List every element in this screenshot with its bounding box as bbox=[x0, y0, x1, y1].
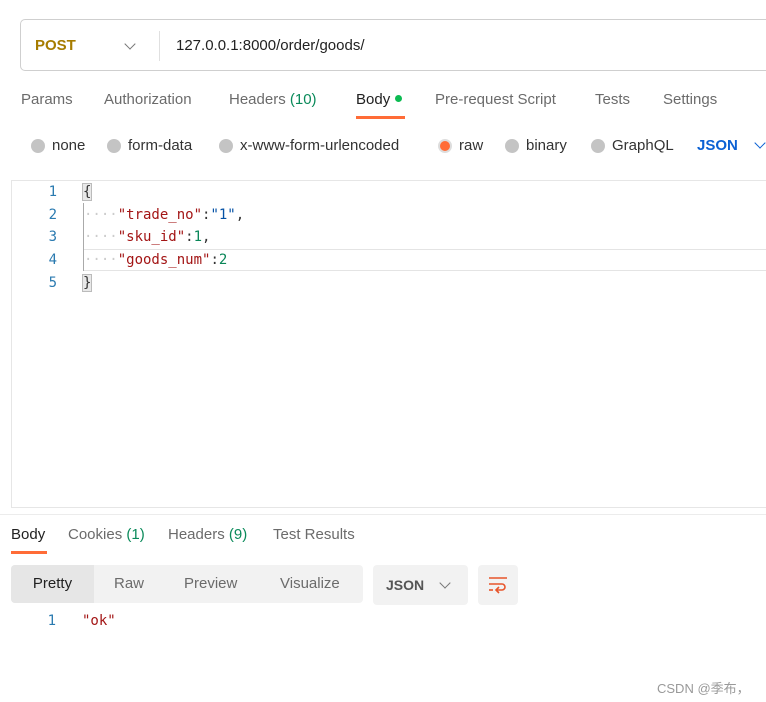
json-value: "1" bbox=[210, 207, 236, 223]
active-tab-indicator bbox=[356, 116, 405, 119]
radio-label: x-www-form-urlencoded bbox=[240, 137, 400, 154]
radio-binary[interactable]: binary bbox=[505, 137, 567, 154]
response-tab-body[interactable]: Body bbox=[11, 526, 45, 543]
chevron-down-icon[interactable] bbox=[124, 38, 136, 50]
radio-raw[interactable]: raw bbox=[438, 137, 483, 154]
code-line: ····"goods_num":2 bbox=[84, 252, 227, 268]
response-tab-cookies[interactable]: Cookies (1) bbox=[68, 526, 145, 543]
tab-label: Body bbox=[356, 91, 391, 108]
tab-body[interactable]: Body bbox=[356, 91, 403, 108]
indent: ···· bbox=[84, 252, 118, 268]
colon: : bbox=[185, 229, 194, 245]
radio-label: form-data bbox=[128, 137, 193, 154]
radio-icon bbox=[31, 138, 45, 153]
line-number: 2 bbox=[48, 207, 57, 223]
divider bbox=[159, 31, 160, 61]
view-preview-button[interactable]: Preview bbox=[184, 565, 237, 603]
view-pretty-button[interactable]: Pretty bbox=[11, 565, 94, 603]
json-value: 2 bbox=[218, 252, 228, 268]
tab-pre-request-script[interactable]: Pre-request Script bbox=[435, 91, 556, 108]
line-number: 1 bbox=[47, 613, 56, 629]
tab-settings[interactable]: Settings bbox=[663, 91, 717, 108]
json-value: 1 bbox=[193, 229, 203, 245]
json-key: "sku_id" bbox=[117, 229, 186, 245]
radio-label: raw bbox=[459, 137, 484, 154]
radio-icon bbox=[505, 138, 519, 153]
body-format-select[interactable]: JSON bbox=[697, 137, 738, 154]
view-raw-button[interactable]: Raw bbox=[114, 565, 144, 603]
tab-authorization[interactable]: Authorization bbox=[104, 91, 192, 108]
url-bar: POST 127.0.0.1:8000/order/goods/ bbox=[20, 19, 766, 71]
open-brace: { bbox=[81, 183, 93, 201]
headers-count: (10) bbox=[289, 91, 317, 108]
line-number: 4 bbox=[48, 252, 57, 268]
response-format-select[interactable]: JSON bbox=[373, 565, 468, 605]
headers-count: (9) bbox=[228, 526, 248, 543]
indent: ···· bbox=[84, 229, 118, 245]
tab-label: Cookies bbox=[68, 526, 123, 543]
line-number: 3 bbox=[48, 229, 57, 245]
tab-tests[interactable]: Tests bbox=[595, 91, 630, 108]
json-key: "trade_no" bbox=[117, 207, 203, 223]
watermark: CSDN @季布， bbox=[657, 681, 750, 696]
wrap-lines-icon bbox=[489, 577, 507, 594]
divider bbox=[0, 514, 766, 515]
radio-selected-icon bbox=[438, 138, 452, 153]
radio-label: none bbox=[52, 137, 86, 154]
wrap-lines-button[interactable] bbox=[478, 565, 518, 605]
chevron-down-icon[interactable] bbox=[754, 137, 766, 149]
method-select[interactable]: POST bbox=[35, 37, 76, 54]
json-key: "goods_num" bbox=[117, 252, 211, 268]
response-tab-test-results[interactable]: Test Results bbox=[273, 526, 355, 543]
radio-icon bbox=[107, 138, 121, 153]
url-input[interactable]: 127.0.0.1:8000/order/goods/ bbox=[176, 37, 364, 54]
comma: , bbox=[202, 229, 211, 245]
tab-headers[interactable]: Headers (10) bbox=[229, 91, 317, 108]
radio-label: GraphQL bbox=[612, 137, 674, 154]
radio-label: binary bbox=[526, 137, 567, 154]
chevron-down-icon bbox=[439, 577, 451, 589]
line-number: 1 bbox=[48, 184, 57, 200]
status-dot-icon bbox=[395, 95, 403, 102]
close-brace: } bbox=[81, 274, 93, 292]
line-number: 5 bbox=[48, 275, 57, 291]
radio-none[interactable]: none bbox=[31, 137, 85, 154]
radio-form-data[interactable]: form-data bbox=[107, 137, 192, 154]
tab-label: Headers bbox=[168, 526, 225, 543]
view-visualize-button[interactable]: Visualize bbox=[280, 565, 340, 603]
code-line: ····"sku_id":1, bbox=[84, 229, 210, 245]
radio-x-www-form-urlencoded[interactable]: x-www-form-urlencoded bbox=[219, 137, 399, 154]
tab-label: Headers bbox=[229, 91, 286, 108]
comma: , bbox=[235, 207, 245, 223]
code-line: ····"trade_no":"1", bbox=[84, 207, 244, 223]
cookies-count: (1) bbox=[126, 526, 145, 543]
active-tab-indicator bbox=[11, 551, 47, 554]
radio-icon bbox=[219, 138, 233, 153]
colon: : bbox=[210, 252, 219, 268]
indent: ···· bbox=[84, 207, 118, 223]
view-mode-segmented-control: Pretty Raw Preview Visualize bbox=[11, 565, 363, 603]
response-tab-headers[interactable]: Headers (9) bbox=[168, 526, 247, 543]
format-label: JSON bbox=[386, 577, 425, 593]
tab-params[interactable]: Params bbox=[21, 91, 73, 108]
radio-graphql[interactable]: GraphQL bbox=[591, 137, 674, 154]
radio-icon bbox=[591, 138, 605, 153]
response-body-text: "ok" bbox=[82, 613, 116, 629]
